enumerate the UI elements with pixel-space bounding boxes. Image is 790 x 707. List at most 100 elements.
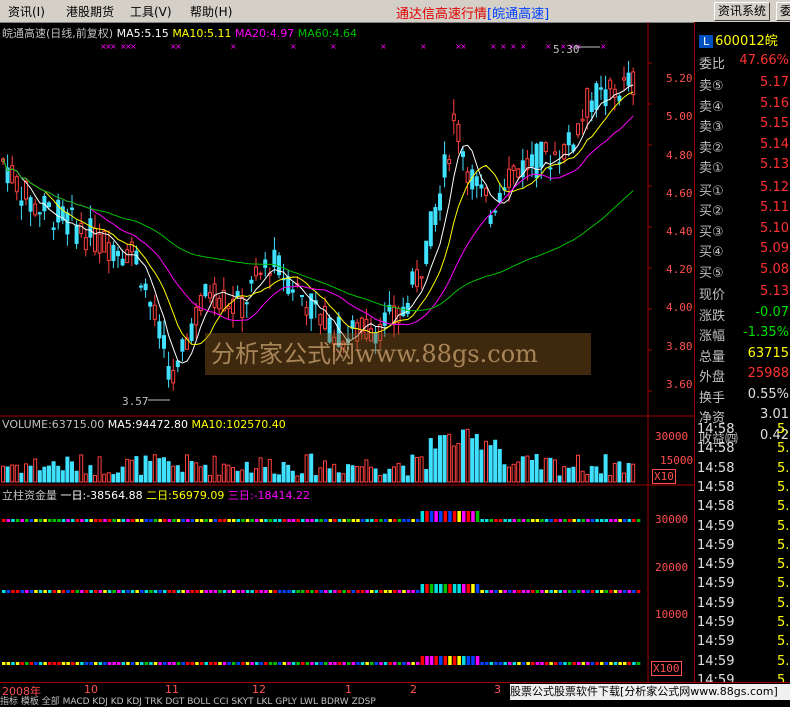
capital-bar	[158, 662, 162, 665]
capital-bar	[255, 519, 259, 522]
tick-time: 14:58	[697, 499, 735, 515]
candle-body	[507, 168, 511, 188]
volume-bar	[116, 472, 120, 483]
capital-bar	[278, 519, 282, 522]
sell-level-2-value: 5.14	[760, 136, 789, 152]
capital-bar	[222, 590, 227, 593]
volume-bar	[396, 462, 401, 483]
buy-level-3-value: 5.10	[760, 220, 789, 236]
capital-bar	[420, 584, 425, 593]
capital-bar	[71, 590, 75, 593]
candle-body	[530, 154, 534, 167]
tick-row: 14:58 5.	[697, 499, 790, 518]
stat-3-label: 总量	[699, 349, 726, 365]
capital-bar	[420, 656, 425, 665]
stat-3-value: 63715	[747, 345, 789, 361]
tick-row: 14:59 5.	[697, 538, 790, 557]
volume-bar	[401, 465, 406, 483]
capital-bar	[618, 662, 622, 665]
volume-bar	[249, 472, 254, 483]
high-annotation: 5.30	[553, 43, 580, 56]
download-banner[interactable]: 股票公式股票软件下载[分析家公式网www.88gs.com]	[510, 684, 790, 700]
buy-level-1-label: 买①	[699, 183, 724, 199]
volume-bar	[493, 439, 498, 483]
volume-bar	[263, 467, 268, 483]
capital-bar	[126, 662, 130, 665]
capital-bar	[48, 662, 52, 665]
capital-bar	[314, 590, 319, 593]
candle-body	[479, 184, 484, 189]
order-button[interactable]: 委	[776, 2, 790, 21]
tick-price: 5.	[777, 557, 790, 573]
menu-hk-futures[interactable]: 港股期货	[66, 3, 114, 20]
volume-tick-30000: 30000	[655, 430, 689, 443]
capital-bar	[314, 519, 319, 522]
ma10-line	[2, 91, 634, 346]
buy-level-4-value: 5.09	[760, 241, 789, 256]
candle-body	[497, 192, 502, 203]
indicator-tabs[interactable]: 指标 模板 全部 MACD KDJ KD KDJ TRK DGT BOLL CC…	[0, 694, 376, 707]
capital-bar	[517, 662, 521, 665]
capital-bar	[6, 519, 11, 522]
capital-bar	[6, 662, 11, 665]
volume-bar	[474, 433, 479, 483]
candle-body	[97, 233, 102, 254]
capital-bar	[347, 519, 351, 522]
signal-marker: ×	[230, 42, 237, 51]
capital-bar	[278, 662, 282, 665]
capital-bar	[153, 590, 158, 593]
news-system-button[interactable]: 资讯系统	[714, 2, 771, 21]
volume-header: VOLUME:63715.00 MA5:94472.80 MA10:102570…	[2, 418, 286, 431]
tick-price: 5.	[777, 576, 790, 592]
capital-bar	[186, 519, 190, 522]
capital-bar	[457, 584, 461, 593]
volume-bar	[106, 472, 111, 483]
menu-tools[interactable]: 工具(V)	[130, 3, 172, 20]
capital-bar	[581, 662, 586, 665]
volume-bar	[309, 453, 314, 483]
capital-bar	[75, 662, 80, 665]
capital-bar	[38, 519, 43, 522]
capital-bar	[15, 590, 20, 593]
capital-bar	[301, 662, 305, 665]
capital-bar	[66, 662, 70, 665]
stat-5: 换手 0.55%	[697, 386, 790, 406]
volume-bar	[166, 461, 171, 483]
capital-bar	[503, 590, 507, 593]
volume-bar	[171, 465, 176, 483]
menu-help[interactable]: 帮助(H)	[190, 3, 232, 20]
capital-bar	[521, 662, 526, 665]
stat-2-value: -1.35%	[743, 325, 789, 340]
candle-body	[226, 305, 231, 310]
volume-bar	[562, 466, 567, 483]
signal-marker: ×	[420, 42, 427, 51]
volume-bar	[382, 473, 387, 483]
candle-body	[189, 323, 194, 341]
volume-bar	[534, 454, 539, 483]
capital-bar	[342, 662, 346, 665]
capital-bar	[512, 519, 517, 522]
volume-bar	[622, 472, 626, 483]
capital-bar	[416, 662, 420, 665]
candle-body	[543, 142, 548, 153]
capital-bar	[416, 590, 420, 593]
capital-bar	[590, 519, 595, 522]
capital-bar	[544, 590, 549, 593]
capital-bar	[337, 662, 342, 665]
volume-bar	[355, 466, 360, 483]
stat-0: 现价 5.13	[697, 283, 790, 303]
menu-info[interactable]: 资讯(I)	[8, 3, 45, 20]
capital-bar	[107, 662, 112, 665]
capital-bar	[485, 662, 489, 665]
capital-bar	[503, 519, 507, 522]
capital-bar	[213, 519, 218, 522]
volume-bar	[281, 461, 286, 483]
capital-bar	[383, 519, 388, 522]
candle-body	[438, 193, 442, 211]
volume-bar	[157, 458, 162, 483]
signal-marker: ×	[330, 42, 337, 51]
volume-bar	[470, 438, 475, 483]
capital-bar	[402, 662, 406, 665]
volume-bar	[571, 466, 576, 483]
capital-bar	[250, 519, 254, 522]
